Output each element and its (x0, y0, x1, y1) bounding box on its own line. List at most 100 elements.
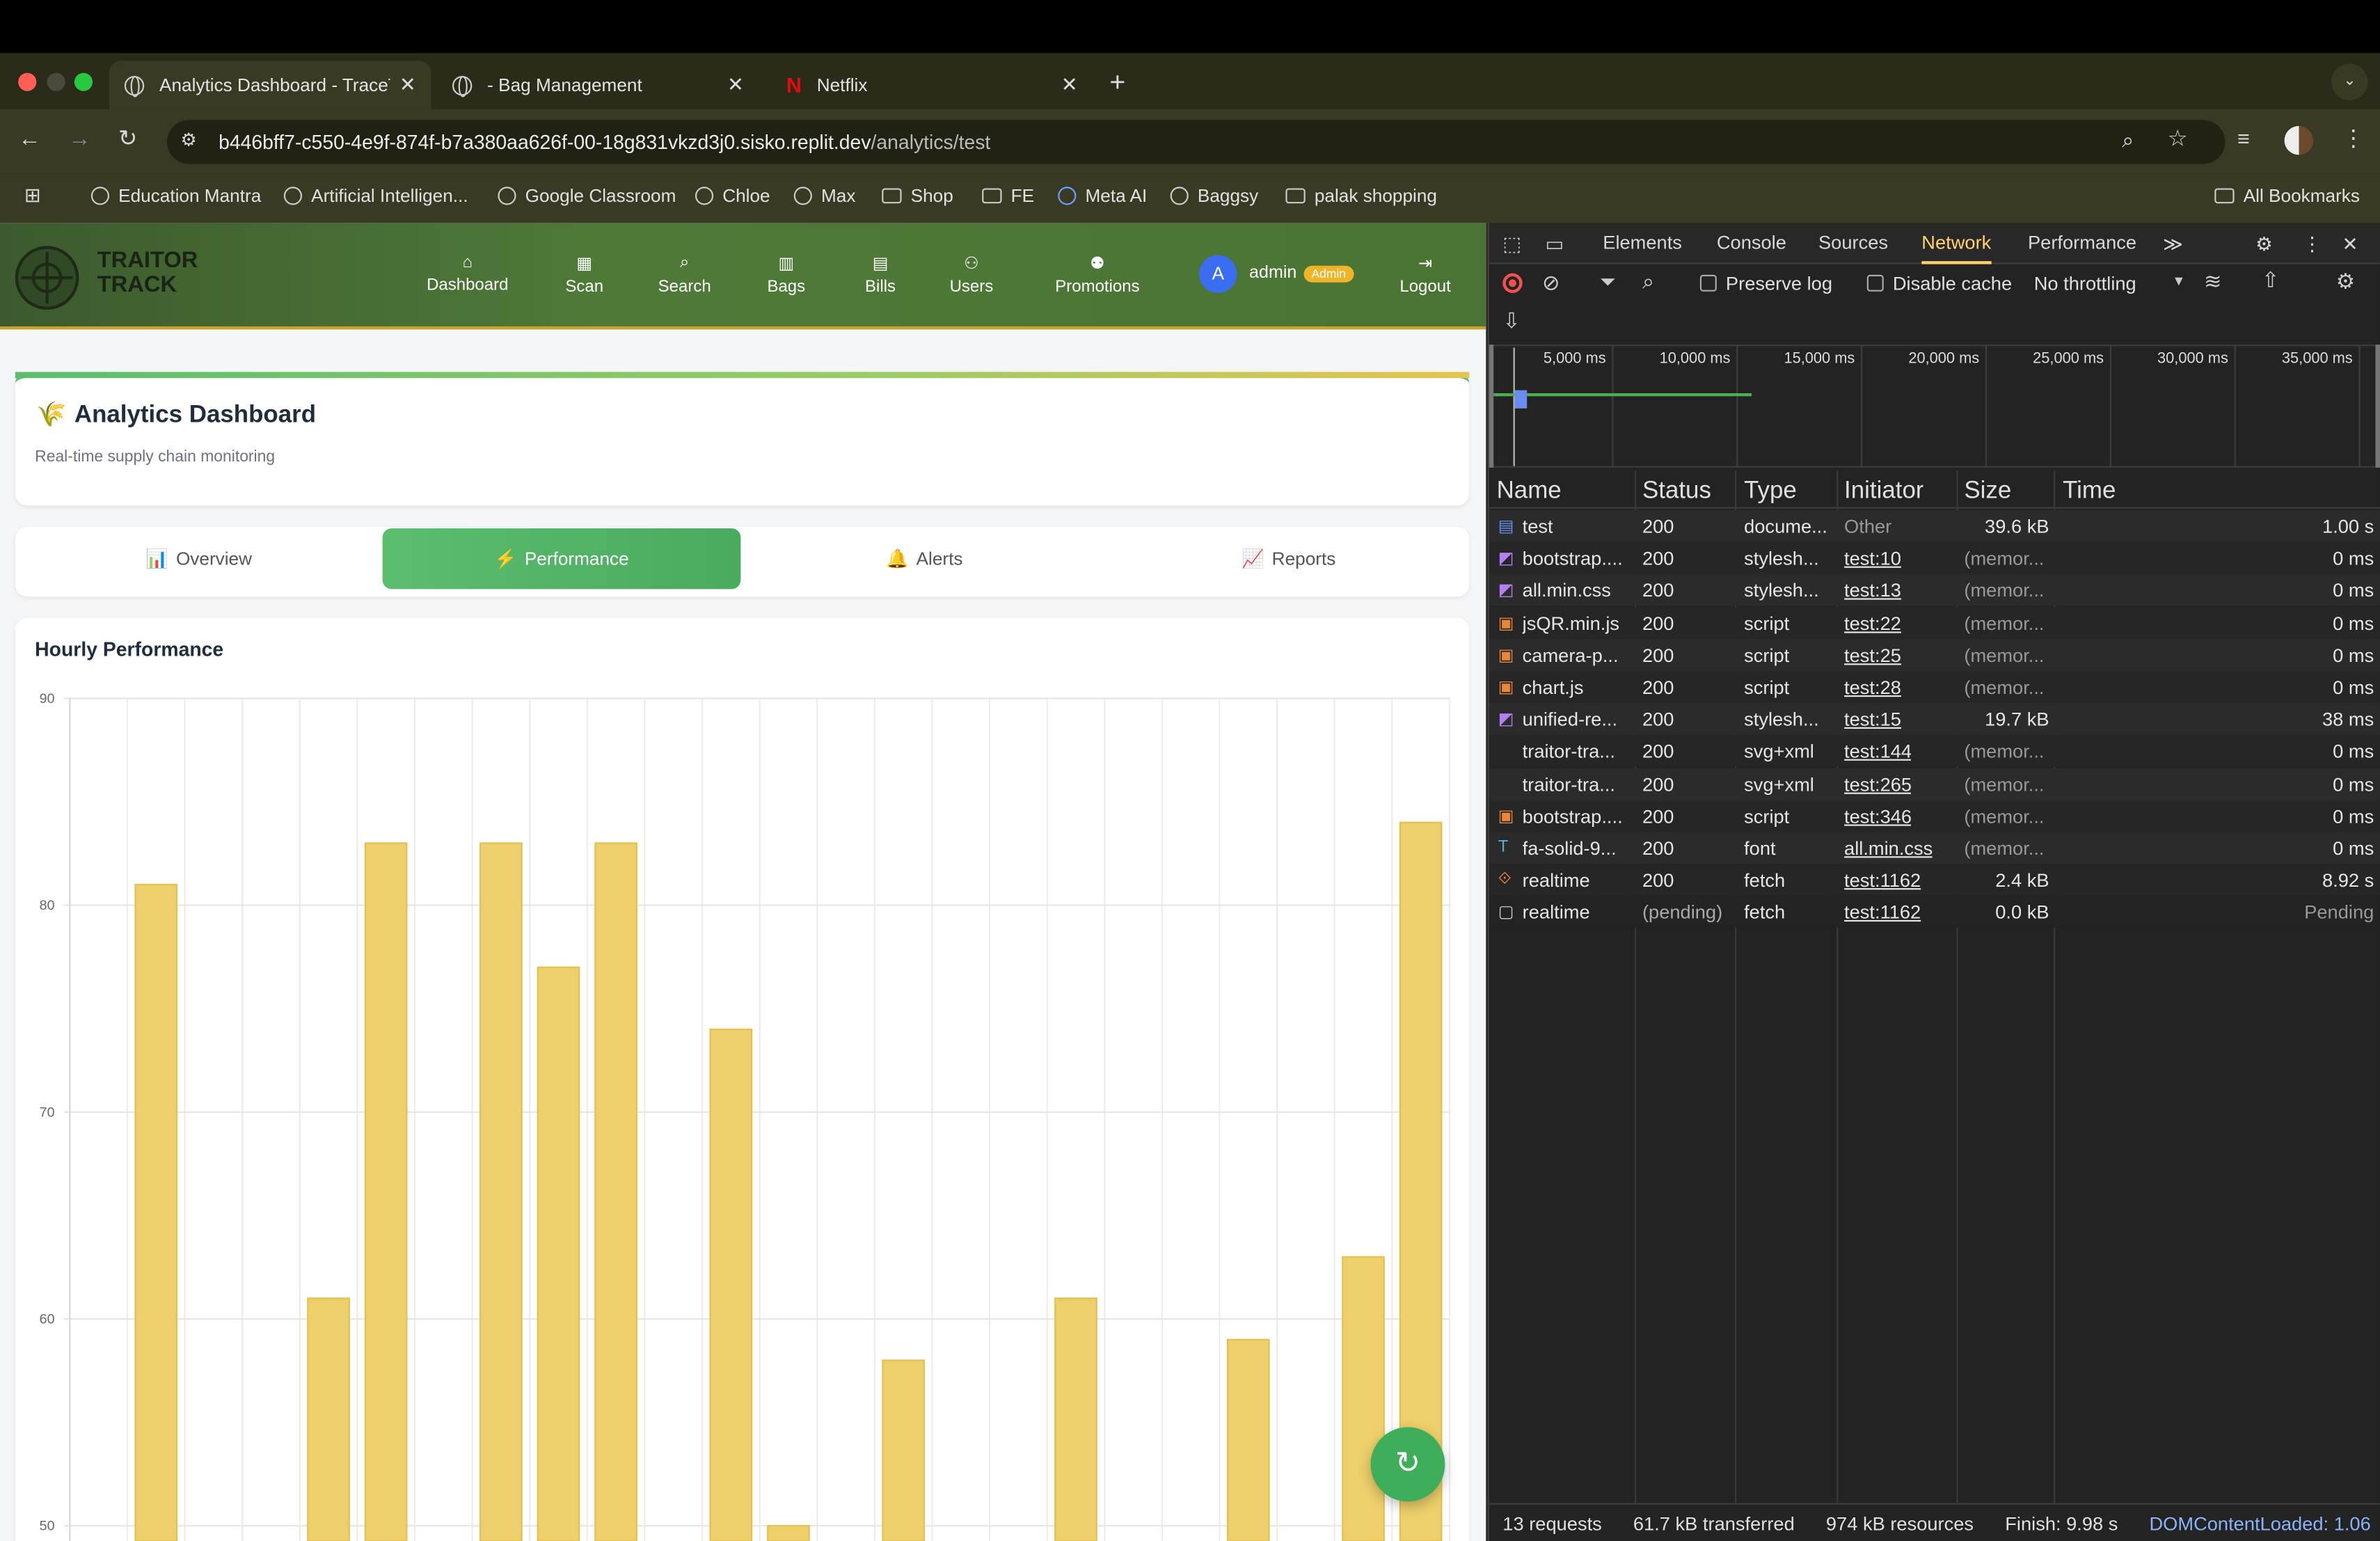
bookmark-item[interactable]: palak shopping (1285, 185, 1437, 207)
timeline-handle-right[interactable] (2375, 345, 2380, 468)
request-initiator[interactable]: test:144 (1844, 741, 1912, 763)
browser-tab-2[interactable]: N Netflix ✕ (771, 61, 1093, 109)
menu-kebab-icon[interactable]: ⋮ (2342, 127, 2365, 150)
chart-bar[interactable] (134, 883, 178, 1541)
column-size[interactable]: Size (1964, 478, 2011, 505)
throttling-select[interactable]: No throttling (2034, 274, 2136, 295)
chart-bar[interactable] (767, 1525, 810, 1541)
back-arrow-icon[interactable]: ← (18, 127, 41, 150)
bookmark-item[interactable]: Max (793, 185, 855, 207)
devtools-tab-console[interactable]: Console (1717, 232, 1786, 254)
chart-bar[interactable] (479, 842, 523, 1541)
chart-bar[interactable] (709, 1028, 753, 1541)
chart-bar[interactable] (1227, 1338, 1270, 1541)
bookmark-item[interactable]: Artificial Intelligen... (283, 185, 468, 207)
request-row[interactable]: ◩ bootstrap.... 200 stylesh... test:10 (memor… (1489, 542, 2380, 574)
bookmark-item[interactable]: FE (982, 185, 1034, 207)
bookmark-item[interactable]: Shop (882, 185, 953, 207)
column-status[interactable]: Status (1642, 478, 1711, 505)
browser-tab-0[interactable]: Analytics Dashboard - TraceT ✕ (109, 61, 431, 110)
bookmark-item[interactable]: Meta AI (1058, 185, 1147, 207)
all-bookmarks[interactable]: All Bookmarks (2214, 185, 2360, 207)
request-row[interactable]: traitor-tra... 200 svg+xml test:265 (memor..… (1489, 767, 2380, 800)
request-initiator[interactable]: test:1162 (1844, 903, 1921, 924)
request-row[interactable]: traitor-tra... 200 svg+xml test:144 (memor..… (1489, 735, 2380, 768)
request-row[interactable]: ◩ unified-re... 200 stylesh... test:15 19.7 k… (1489, 703, 2380, 736)
column-initiator[interactable]: Initiator (1844, 478, 1923, 505)
settings-gear-icon[interactable]: ⚙ (2255, 232, 2272, 255)
bookmark-item[interactable]: Baggsy (1170, 185, 1258, 207)
close-tab-icon[interactable]: ✕ (727, 73, 744, 97)
close-window-icon[interactable] (18, 72, 37, 91)
record-icon[interactable] (1502, 273, 1523, 293)
devtools-tab-elements[interactable]: Elements (1603, 232, 1682, 254)
chart-bar[interactable] (882, 1359, 926, 1541)
export-har-icon[interactable]: ⇩ (1502, 308, 1521, 334)
network-settings-icon[interactable]: ⚙ (2336, 269, 2355, 294)
site-info-icon[interactable]: ⚙ (181, 131, 197, 149)
request-row[interactable]: ▣ chart.js 200 script test:28 (memor... 0 ms (1489, 671, 2380, 703)
reload-icon[interactable]: ↻ (118, 127, 137, 150)
maximize-window-icon[interactable] (74, 72, 93, 91)
request-initiator[interactable]: test:22 (1844, 613, 1901, 634)
close-devtools-icon[interactable]: ✕ (2342, 232, 2358, 255)
request-row[interactable]: Tfa-solid-9... 200 font all.min.css (memor..… (1489, 832, 2380, 864)
request-initiator[interactable]: test:28 (1844, 677, 1901, 699)
request-row[interactable]: ▣ camera-p... 200 script test:25 (memor... 0 m… (1489, 638, 2380, 671)
request-initiator[interactable]: test:15 (1844, 709, 1901, 731)
preserve-log-checkbox[interactable] (1699, 274, 1717, 292)
tab-search-chevron-icon[interactable]: ⌄ (2331, 63, 2368, 100)
request-initiator[interactable]: test:13 (1844, 580, 1901, 602)
request-row[interactable]: ▤ test 200 docume... Other 39.6 kB 1.00 s (1489, 509, 2380, 542)
column-time[interactable]: Time (2063, 478, 2116, 505)
devtools-tab-network[interactable]: Network (1921, 232, 1992, 264)
apps-grid-icon[interactable]: ⊞ (24, 185, 41, 205)
bookmark-item[interactable]: Education Mantra (90, 185, 261, 207)
refresh-fab-icon[interactable]: ↻ (1370, 1427, 1445, 1502)
chevron-down-icon[interactable]: ▼ (2172, 274, 2185, 289)
request-initiator[interactable]: test:10 (1844, 548, 1901, 570)
bookmark-item[interactable]: Google Classroom (498, 185, 676, 207)
chart-bar[interactable] (537, 966, 580, 1541)
column-type[interactable]: Type (1744, 478, 1797, 505)
request-row[interactable]: ▢ realtime (pending) fetch test:1162 0.0 kB Pe… (1489, 896, 2380, 928)
new-tab-button[interactable]: + (1109, 67, 1125, 99)
column-name[interactable]: Name (1497, 478, 1562, 505)
media-icon[interactable]: ≡ (2237, 127, 2250, 149)
url-text[interactable]: b446bff7-c550-4e9f-874f-b7a380aa626f-00-… (219, 131, 990, 154)
request-row[interactable]: ▣ jsQR.min.js 200 script test:22 (memor... 0 m… (1489, 606, 2380, 639)
chart-bar[interactable] (364, 842, 408, 1541)
chart-bar[interactable] (1342, 1256, 1385, 1541)
chart-bar[interactable] (594, 842, 637, 1541)
request-row[interactable]: ▣ bootstrap.... 200 script test:346 (memor...… (1489, 800, 2380, 832)
close-tab-icon[interactable]: ✕ (1061, 73, 1078, 97)
request-initiator[interactable]: test:346 (1844, 806, 1912, 828)
chart-bar[interactable] (307, 1297, 350, 1541)
forward-arrow-icon[interactable]: → (68, 127, 91, 150)
profile-avatar[interactable] (2284, 126, 2314, 155)
request-initiator[interactable]: test:1162 (1844, 870, 1921, 892)
devtools-tab-sources[interactable]: Sources (1818, 232, 1888, 254)
device-toolbar-icon[interactable]: ▭ (1545, 232, 1564, 257)
devtools-menu-icon[interactable]: ⋮ (2303, 232, 2322, 255)
close-tab-icon[interactable]: ✕ (399, 73, 416, 97)
star-bookmark-icon[interactable]: ☆ (2168, 127, 2188, 150)
browser-tab-1[interactable]: - Bag Management ✕ (437, 61, 759, 109)
request-row[interactable]: ⟐ realtime 200 fetch test:1162 2.4 kB 8.92 s (1489, 864, 2380, 896)
disable-cache-checkbox[interactable] (1866, 274, 1884, 292)
request-initiator[interactable]: all.min.css (1844, 838, 1933, 860)
clear-icon[interactable]: ⊘ (1542, 270, 1560, 296)
import-har-icon[interactable]: ⇧ (2262, 267, 2280, 293)
devtools-tab-performance[interactable]: Performance (2028, 232, 2136, 254)
minimize-window-icon[interactable] (47, 72, 65, 91)
request-initiator[interactable]: test:265 (1844, 774, 1912, 796)
filter-icon[interactable]: ⏷ (1600, 270, 1616, 294)
network-conditions-icon[interactable]: ≋ (2204, 269, 2222, 294)
timeline-handle-left[interactable] (1489, 345, 1494, 468)
more-tabs-icon[interactable]: ≫ (2163, 232, 2183, 255)
request-initiator[interactable]: test:25 (1844, 645, 1901, 667)
bookmark-item[interactable]: Chloe (695, 185, 770, 207)
chart-bar[interactable] (1054, 1297, 1097, 1541)
inspect-element-icon[interactable]: ⬚ (1502, 232, 1521, 257)
request-row[interactable]: ◩ all.min.css 200 stylesh... test:13 (memor..… (1489, 574, 2380, 607)
